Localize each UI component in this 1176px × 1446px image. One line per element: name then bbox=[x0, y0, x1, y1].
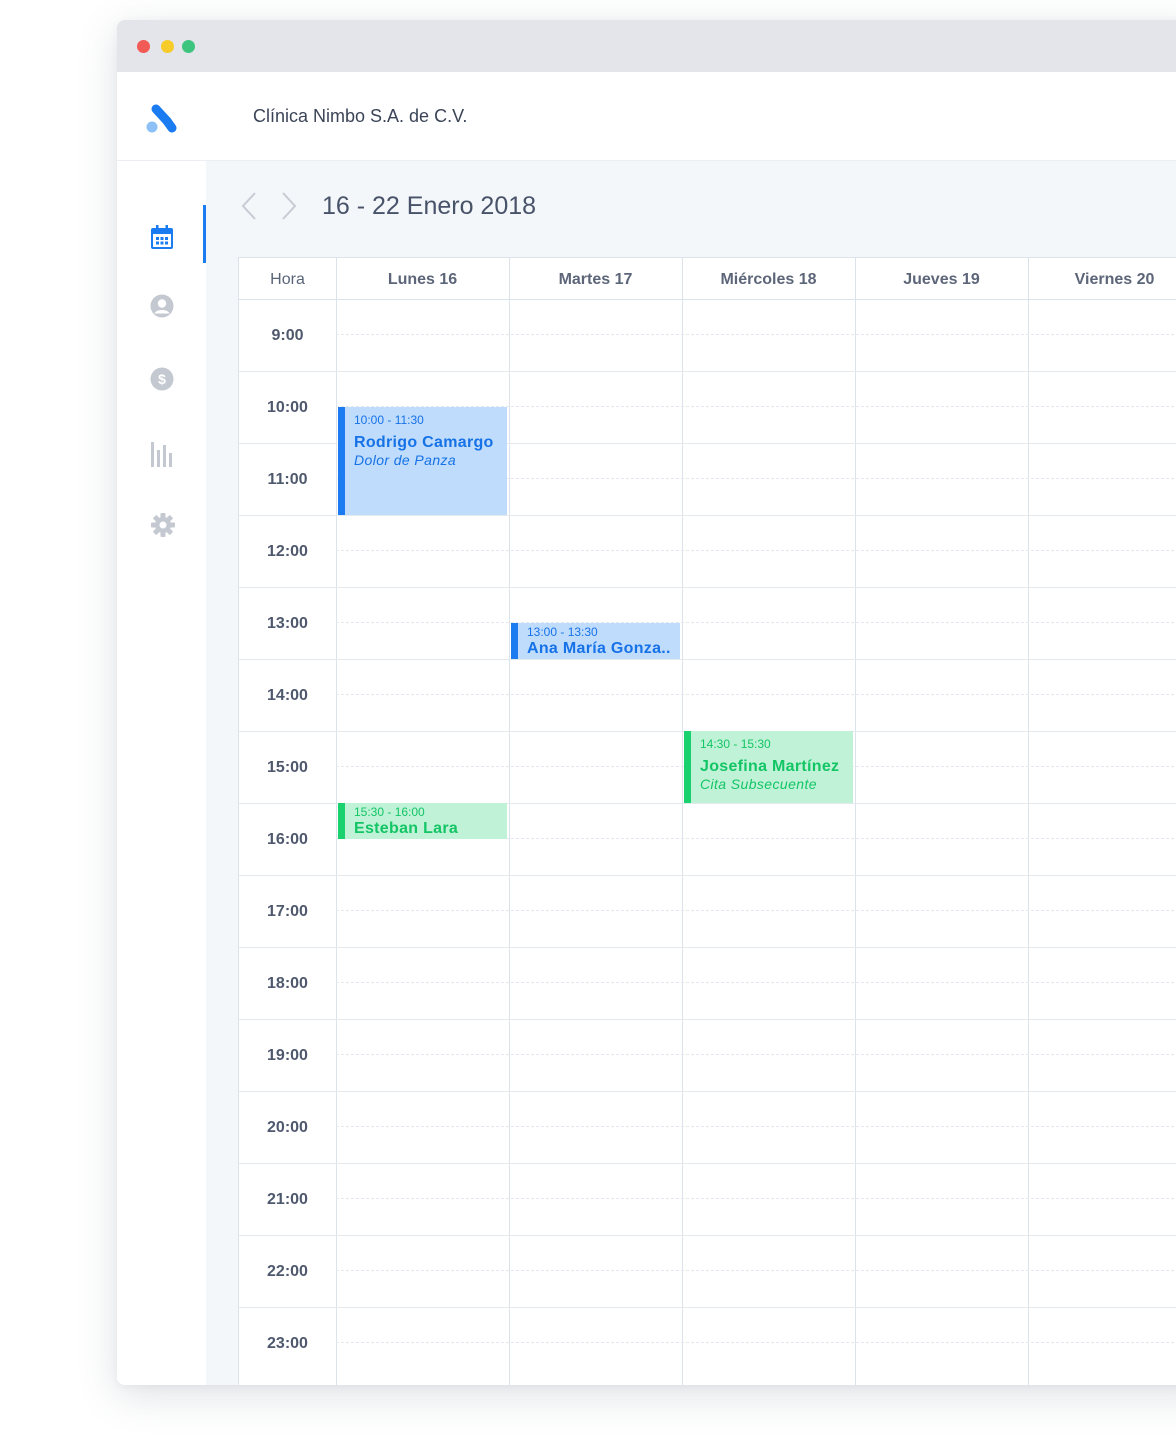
hour-label: 20:00 bbox=[267, 1119, 308, 1136]
calendar-header-row: Hora Lunes 16 Martes 17 Miércoles 18 Jueves… bbox=[239, 258, 1176, 300]
event-patient-name: Josefina Martínez bbox=[700, 758, 840, 775]
day-header[interactable]: Viernes 20 bbox=[1028, 258, 1176, 299]
event-patient-name: Ana María Gonza.. bbox=[527, 640, 671, 657]
hour-label: 15:00 bbox=[267, 759, 308, 776]
dollar-icon: $ bbox=[150, 367, 174, 391]
hour-row-divider bbox=[239, 587, 1176, 588]
title-bar bbox=[117, 20, 1176, 72]
half-hour-divider bbox=[336, 622, 1176, 623]
event-patient-name: Rodrigo Camargo bbox=[354, 434, 494, 451]
appointment-event[interactable]: 15:30 - 16:00 Esteban Lara bbox=[338, 803, 507, 839]
calendar-view: 16 - 22 Enero 2018 Hora Lunes 16 Martes 1… bbox=[206, 161, 1176, 1385]
half-hour-divider bbox=[336, 910, 1176, 911]
hour-row-divider bbox=[239, 1091, 1176, 1092]
event-color-bar bbox=[338, 803, 345, 839]
hour-row-divider bbox=[239, 947, 1176, 948]
event-color-bar bbox=[684, 731, 691, 803]
hour-row-divider bbox=[239, 1307, 1176, 1308]
sidebar-item-billing[interactable]: $ bbox=[117, 359, 206, 399]
hour-label: 21:00 bbox=[267, 1191, 308, 1208]
hour-row-divider bbox=[239, 515, 1176, 516]
clinic-name: Clínica Nimbo S.A. de C.V. bbox=[253, 106, 468, 126]
day-header[interactable]: Jueves 19 bbox=[855, 258, 1028, 299]
hour-row-divider bbox=[239, 659, 1176, 660]
half-hour-divider bbox=[336, 1054, 1176, 1055]
hour-row-divider bbox=[239, 1019, 1176, 1020]
hour-row-divider bbox=[239, 1235, 1176, 1236]
day-header[interactable]: Lunes 16 bbox=[336, 258, 509, 299]
column-divider bbox=[855, 258, 856, 1385]
day-header[interactable]: Miércoles 18 bbox=[682, 258, 855, 299]
calendar-icon bbox=[151, 225, 173, 249]
sidebar-item-reports[interactable] bbox=[117, 432, 206, 472]
close-window-button[interactable] bbox=[137, 40, 150, 53]
column-divider bbox=[509, 258, 510, 1385]
hour-label: 13:00 bbox=[267, 615, 308, 632]
hour-row-divider bbox=[239, 875, 1176, 876]
week-calendar-grid: Hora Lunes 16 Martes 17 Miércoles 18 Jueves… bbox=[238, 257, 1176, 1385]
hour-label: 18:00 bbox=[267, 975, 308, 992]
logo-area bbox=[117, 72, 206, 161]
hour-row-divider bbox=[239, 1163, 1176, 1164]
hour-label: 10:00 bbox=[267, 399, 308, 416]
sidebar-item-patients[interactable] bbox=[117, 286, 206, 326]
event-time: 15:30 - 16:00 bbox=[354, 805, 425, 819]
hour-label: 14:00 bbox=[267, 687, 308, 704]
event-color-bar bbox=[511, 623, 518, 659]
half-hour-divider bbox=[336, 1126, 1176, 1127]
day-header[interactable]: Martes 17 bbox=[509, 258, 682, 299]
half-hour-divider bbox=[336, 1270, 1176, 1271]
event-reason: Cita Subsecuente bbox=[700, 776, 817, 792]
column-divider bbox=[682, 258, 683, 1385]
half-hour-divider bbox=[336, 334, 1176, 335]
hour-label: 11:00 bbox=[267, 471, 308, 488]
event-color-bar bbox=[338, 407, 345, 515]
event-time: 14:30 - 15:30 bbox=[700, 737, 771, 751]
bar-chart-icon bbox=[151, 442, 172, 467]
chevron-right-icon[interactable] bbox=[278, 190, 300, 222]
hour-label: 9:00 bbox=[271, 327, 304, 344]
event-time: 13:00 - 13:30 bbox=[527, 625, 598, 639]
app-window: $ Clínica Nimbo S.A. de C.V. 16 - 22 Ene… bbox=[117, 20, 1176, 1385]
column-divider bbox=[336, 258, 337, 1385]
hour-label: 19:00 bbox=[267, 1047, 308, 1064]
svg-text:$: $ bbox=[158, 371, 166, 387]
column-divider bbox=[1028, 258, 1029, 1385]
minimize-window-button[interactable] bbox=[161, 40, 174, 53]
chevron-left-icon[interactable] bbox=[238, 190, 260, 222]
maximize-window-button[interactable] bbox=[182, 40, 195, 53]
hour-label: 12:00 bbox=[267, 543, 308, 560]
half-hour-divider bbox=[336, 1342, 1176, 1343]
hour-column-header: Hora bbox=[270, 271, 305, 288]
gear-icon bbox=[151, 513, 175, 537]
half-hour-divider bbox=[336, 982, 1176, 983]
top-bar: Clínica Nimbo S.A. de C.V. bbox=[206, 72, 1176, 161]
half-hour-divider bbox=[336, 1198, 1176, 1199]
week-range-title: 16 - 22 Enero 2018 bbox=[322, 192, 537, 220]
appointment-event[interactable]: 14:30 - 15:30 Josefina Martínez Cita Subse… bbox=[684, 731, 853, 803]
sidebar-item-settings[interactable] bbox=[117, 504, 206, 544]
appointment-event[interactable]: 10:00 - 11:30 Rodrigo Camargo Dolor de Pan… bbox=[338, 407, 507, 515]
event-time: 10:00 - 11:30 bbox=[354, 413, 424, 427]
sidebar: $ bbox=[117, 72, 207, 1385]
appointment-event[interactable]: 13:00 - 13:30 Ana María Gonza.. bbox=[511, 623, 680, 659]
hour-label: 16:00 bbox=[267, 831, 308, 848]
half-hour-divider bbox=[336, 550, 1176, 551]
user-icon bbox=[150, 294, 174, 318]
half-hour-divider bbox=[336, 694, 1176, 695]
event-reason: Dolor de Panza bbox=[354, 452, 457, 468]
app-logo-icon[interactable] bbox=[144, 100, 180, 136]
event-patient-name: Esteban Lara bbox=[354, 820, 459, 837]
hour-label: 17:00 bbox=[267, 903, 308, 920]
hour-label: 23:00 bbox=[267, 1335, 308, 1352]
hour-row-divider bbox=[239, 371, 1176, 372]
sidebar-item-calendar[interactable] bbox=[117, 216, 206, 256]
hour-label: 22:00 bbox=[267, 1263, 308, 1280]
